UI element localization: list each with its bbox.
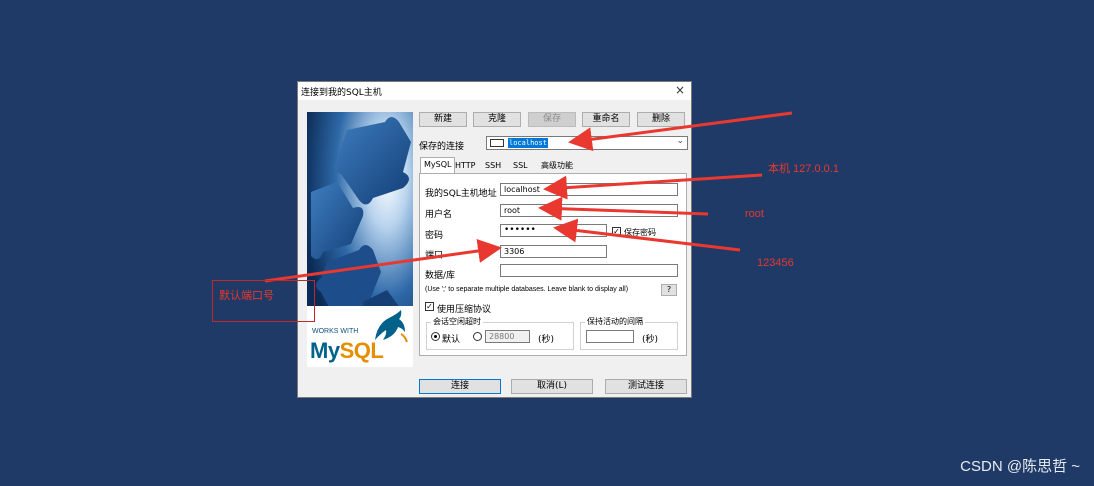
annotation-host: 本机 127.0.0.1 (768, 163, 839, 175)
annotation-port: 默认端口号 (219, 290, 274, 302)
arrow-lines (264, 111, 793, 283)
annotation-user: root (745, 208, 764, 220)
csdn-watermark: CSDN @陈思哲 ~ (960, 458, 1080, 475)
annotation-password: 123456 (757, 257, 794, 269)
annotation-arrows (264, 111, 793, 283)
